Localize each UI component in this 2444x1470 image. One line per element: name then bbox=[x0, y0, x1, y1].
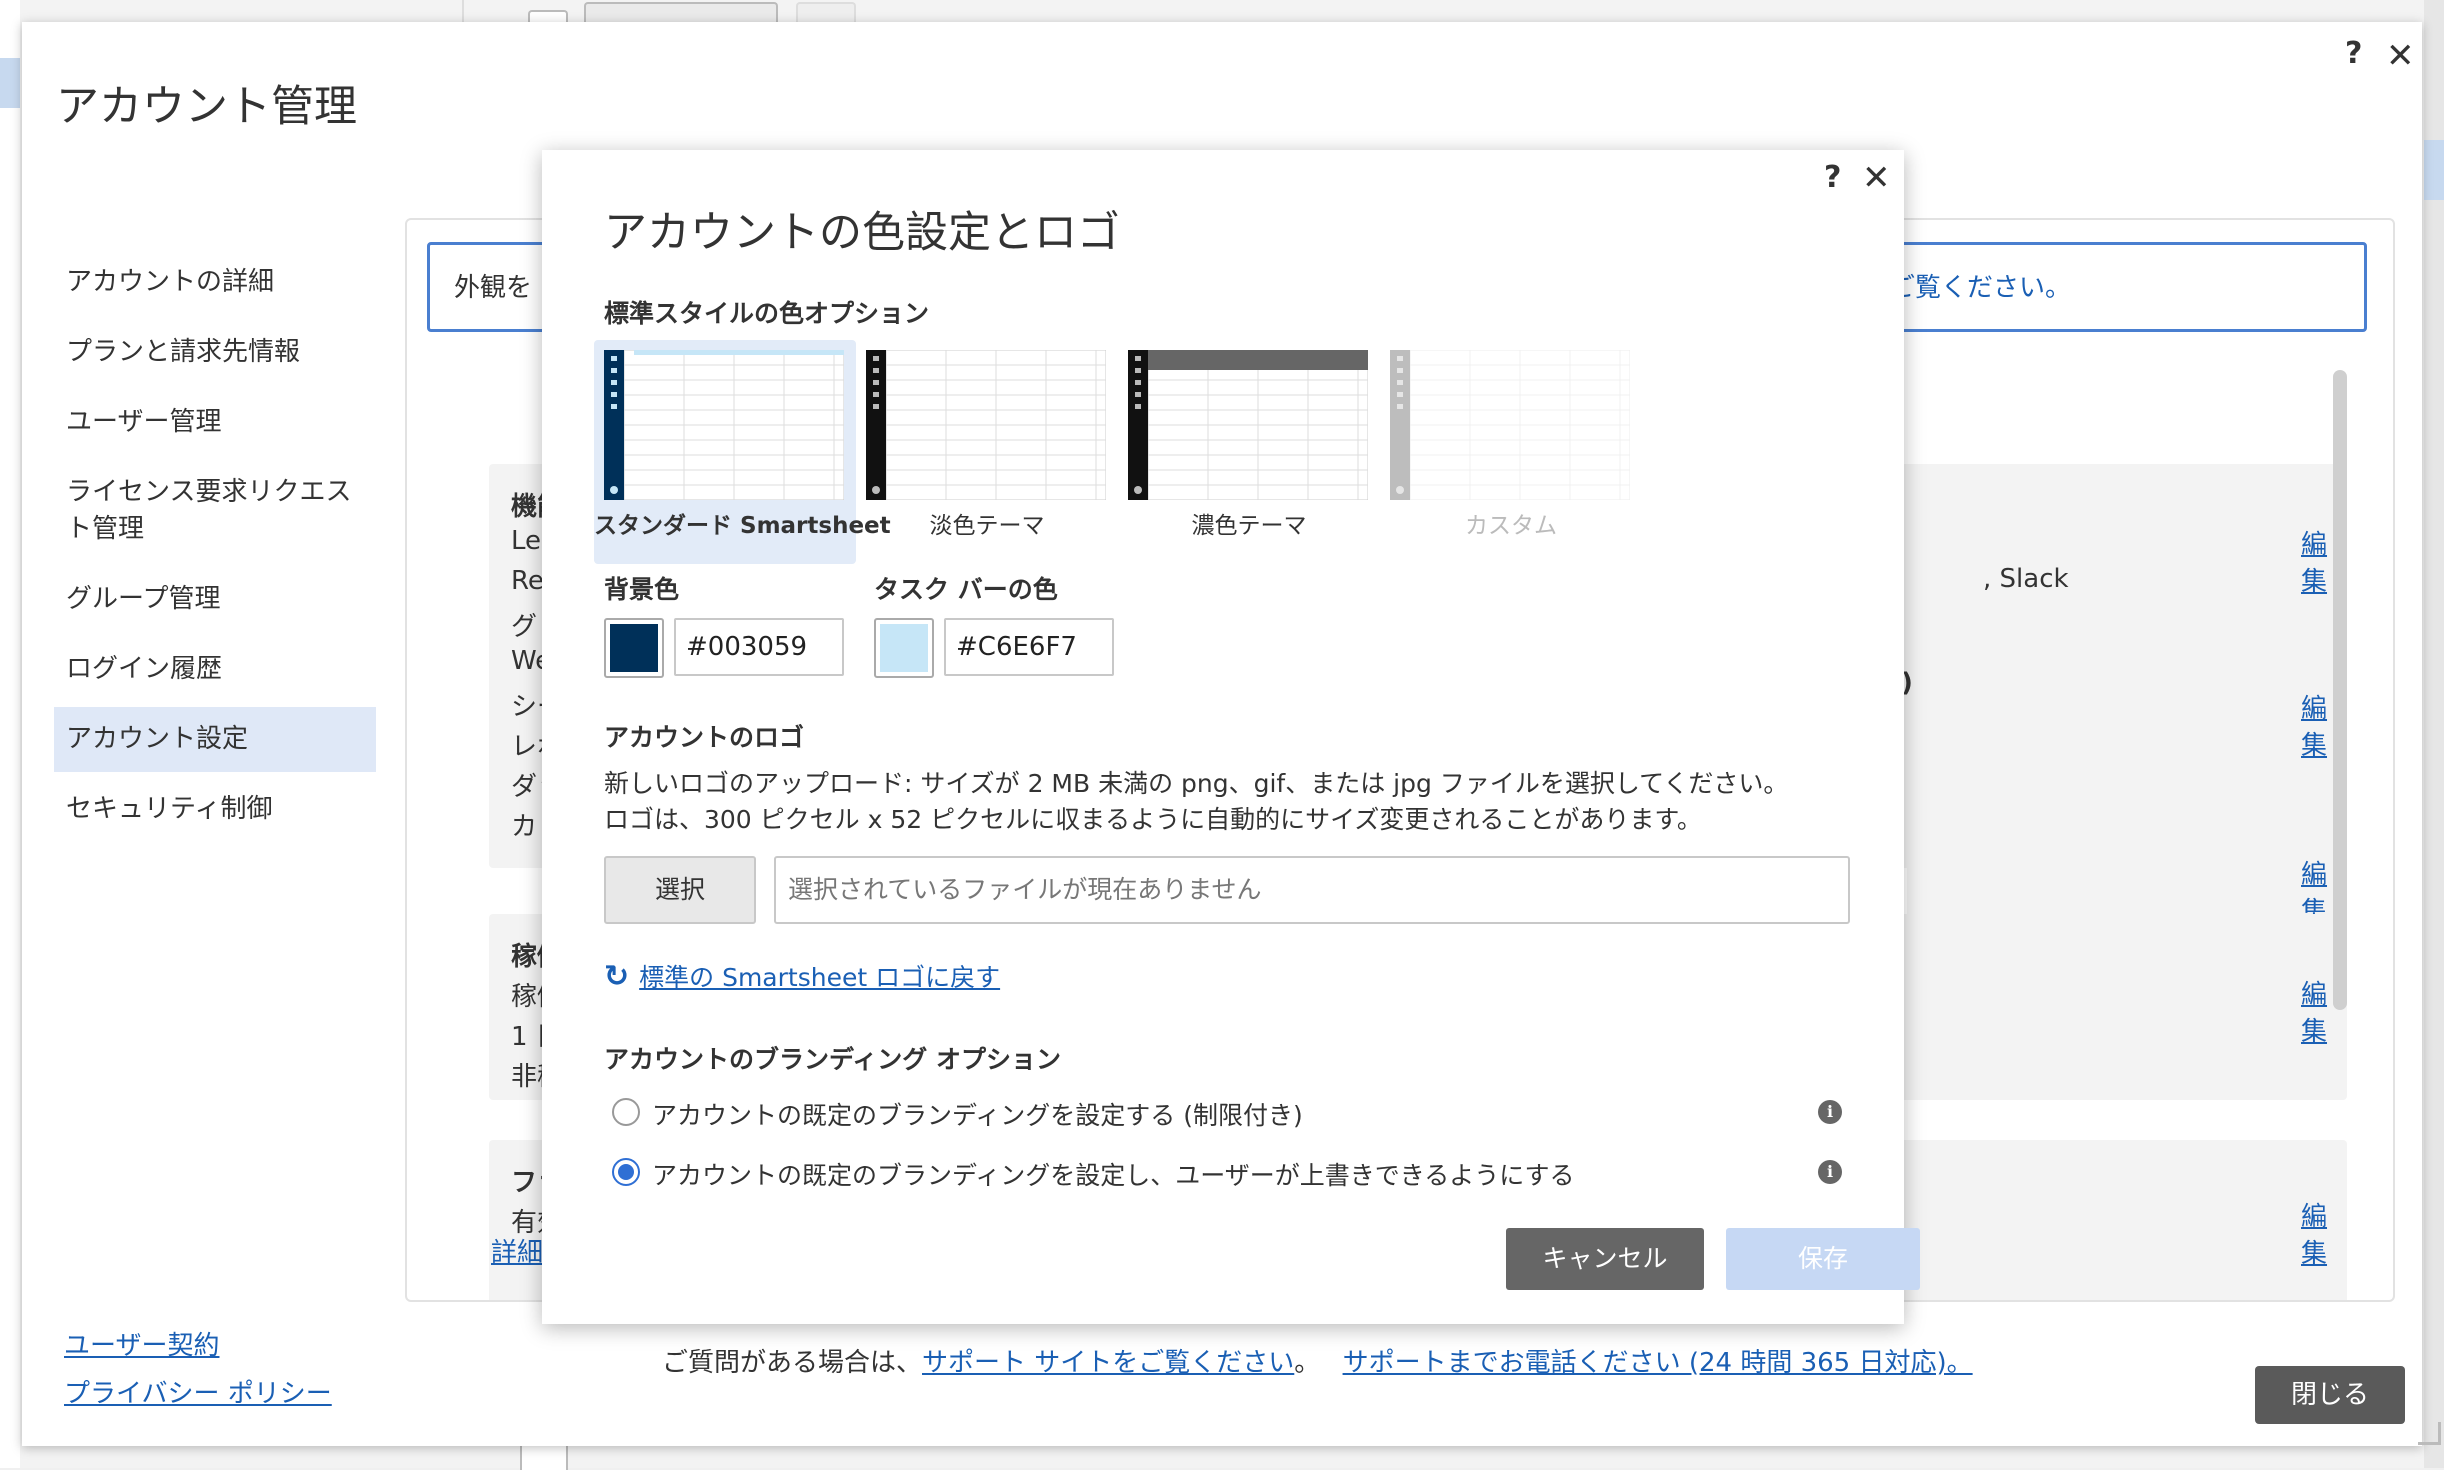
theme-label: 淡色テーマ bbox=[929, 513, 1045, 539]
sidebar-item-account-details[interactable]: アカウントの詳細 bbox=[54, 250, 376, 315]
sidebar-item-login-history[interactable]: ログイン履歴 bbox=[54, 637, 376, 702]
support-site-link[interactable]: サポート サイトをご覧ください bbox=[922, 1348, 1294, 1378]
help-icon[interactable]: ? bbox=[1824, 160, 1841, 195]
radio-override[interactable] bbox=[612, 1158, 640, 1186]
cancel-button[interactable]: キャンセル bbox=[1506, 1228, 1704, 1290]
edit-link[interactable]: 編集 bbox=[2301, 1196, 2347, 1270]
background-color-fill bbox=[610, 624, 658, 672]
resize-grip-icon[interactable] bbox=[2418, 1422, 2441, 1445]
sidebar-item-group-management[interactable]: グループ管理 bbox=[54, 567, 376, 632]
select-file-button[interactable]: 選択 bbox=[604, 856, 756, 924]
sidebar-item-plan-billing[interactable]: プランと請求先情報 bbox=[54, 320, 376, 385]
selected-file-field: 選択されているファイルが現在ありません bbox=[774, 856, 1850, 924]
help-icon[interactable]: ? bbox=[2345, 36, 2362, 71]
support-question-text: ご質問がある場合は、 bbox=[662, 1348, 923, 1378]
theme-preview-dark bbox=[1128, 349, 1369, 501]
background-color-label: 背景色 bbox=[604, 575, 680, 604]
background-bottom-element bbox=[520, 1444, 568, 1470]
logo-description-2: ロゴは、300 ピクセル x 52 ピクセルに収まるように自動的にサイズ変更され… bbox=[604, 805, 1702, 834]
close-button[interactable]: 閉じる bbox=[2255, 1366, 2405, 1424]
privacy-policy-link[interactable]: プライバシー ポリシー bbox=[64, 1370, 332, 1418]
support-phone-link[interactable]: サポートまでお電話ください (24 時間 365 日対応)。 bbox=[1343, 1348, 1973, 1378]
color-logo-dialog: ? ✕ アカウントの色設定とロゴ 標準スタイルの色オプション スタンダード Sm… bbox=[542, 150, 1920, 1324]
theme-option-standard[interactable]: スタンダード Smartsheet bbox=[594, 340, 891, 564]
page-title: アカウント管理 bbox=[56, 82, 357, 132]
logo-description-1: 新しいロゴのアップロード: サイズが 2 MB 未満の png、gif、または … bbox=[604, 769, 1789, 798]
theme-label: スタンダード Smartsheet bbox=[594, 513, 891, 539]
sidebar-item-license-requests[interactable]: ライセンス要求リクエスト管理 bbox=[54, 460, 376, 562]
theme-label: 濃色テーマ bbox=[1191, 513, 1307, 539]
theme-option-dark[interactable]: 濃色テーマ bbox=[1118, 340, 1380, 564]
support-separator: 。 bbox=[1294, 1348, 1321, 1378]
user-agreement-link[interactable]: ユーザー契約 bbox=[64, 1322, 332, 1370]
dialog-title: アカウントの色設定とロゴ bbox=[604, 208, 1120, 258]
theme-preview-light bbox=[866, 349, 1107, 501]
support-footer: ご質問がある場合は、サポート サイトをご覧ください。 サポートまでお電話ください… bbox=[662, 1342, 1973, 1379]
background-left-strip bbox=[0, 0, 20, 1468]
background-color-swatch[interactable] bbox=[604, 618, 664, 678]
settings-card-2: ) 編集 bbox=[1901, 644, 2347, 768]
theme-preview-custom bbox=[1390, 349, 1631, 501]
theme-option-custom: カスタム bbox=[1380, 340, 1642, 564]
theme-option-light[interactable]: 淡色テーマ bbox=[856, 340, 1118, 564]
radio-label: アカウントの既定のブランディングを設定し、ユーザーが上書きできるようにする bbox=[652, 1161, 1575, 1190]
banner-text: 外観を bbox=[454, 273, 533, 303]
radio-restricted[interactable] bbox=[612, 1098, 640, 1126]
sidebar-nav: アカウントの詳細 プランと請求先情報 ユーザー管理 ライセンス要求リクエスト管理… bbox=[54, 250, 376, 847]
card-right-text: , Slack bbox=[1983, 564, 2069, 594]
radio-label: アカウントの既定のブランディングを設定する (制限付き) bbox=[652, 1101, 1303, 1130]
background-right-strip bbox=[2424, 0, 2444, 1468]
banner-link[interactable]: ご覧ください。 bbox=[1889, 267, 2071, 304]
scrollbar[interactable] bbox=[2333, 370, 2347, 1010]
revert-icon: ↻ bbox=[604, 959, 630, 994]
theme-preview-standard bbox=[604, 349, 845, 501]
standard-style-label: 標準スタイルの色オプション bbox=[604, 299, 930, 328]
footer-links: ユーザー契約 プライバシー ポリシー bbox=[64, 1322, 332, 1418]
info-icon[interactable]: i bbox=[1818, 1100, 1842, 1124]
background-color-input[interactable]: #003059 bbox=[674, 618, 844, 676]
sidebar-item-user-management[interactable]: ユーザー管理 bbox=[54, 390, 376, 455]
revert-logo-link[interactable]: ↻ 標準の Smartsheet ロゴに戻す bbox=[604, 958, 1000, 994]
close-icon[interactable]: ✕ bbox=[1862, 158, 1891, 198]
taskbar-color-swatch[interactable] bbox=[874, 618, 934, 678]
sidebar-item-account-settings[interactable]: アカウント設定 bbox=[54, 707, 376, 772]
revert-link-text: 標準の Smartsheet ロゴに戻す bbox=[639, 963, 1001, 992]
sidebar-item-security-controls[interactable]: セキュリティ制御 bbox=[54, 777, 376, 842]
save-button[interactable]: 保存 bbox=[1726, 1228, 1920, 1290]
account-logo-label: アカウントのロゴ bbox=[604, 723, 805, 752]
branding-options-label: アカウントのブランディング オプション bbox=[604, 1045, 1061, 1074]
taskbar-color-label: タスク バーの色 bbox=[874, 575, 1058, 604]
close-icon[interactable]: ✕ bbox=[2386, 36, 2415, 76]
theme-label: カスタム bbox=[1465, 513, 1557, 539]
taskbar-color-fill bbox=[880, 624, 928, 672]
taskbar-color-input[interactable]: #C6E6F7 bbox=[944, 618, 1114, 676]
info-icon[interactable]: i bbox=[1818, 1160, 1842, 1184]
